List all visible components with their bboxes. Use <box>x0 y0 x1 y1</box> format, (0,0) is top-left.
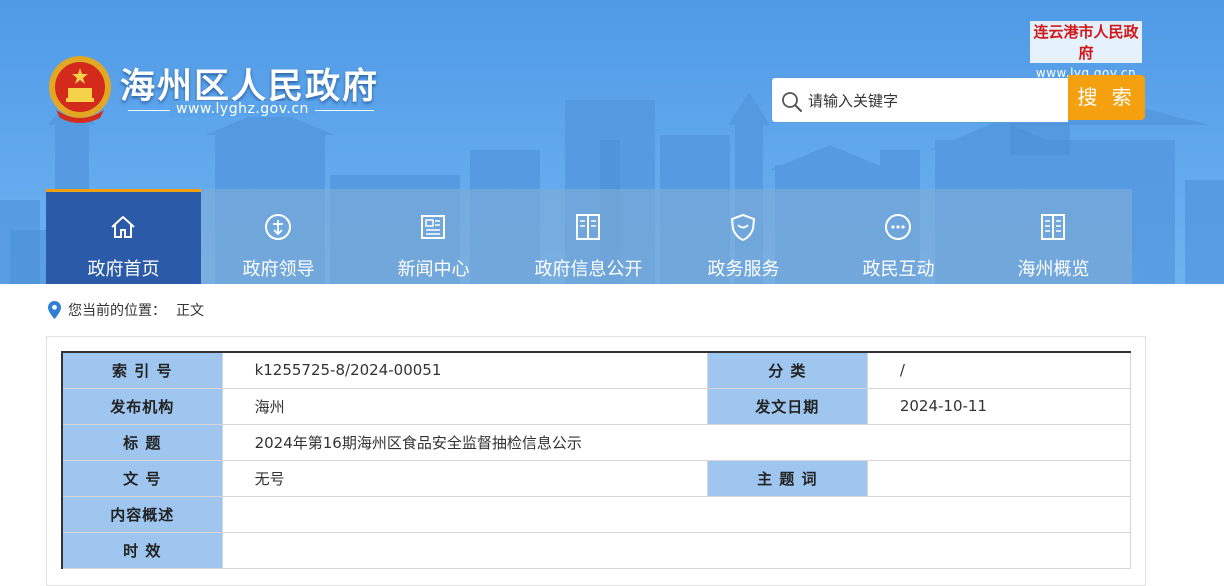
table-row: 标 题 2024年第16期海州区食品安全监督抽检信息公示 <box>61 423 1132 461</box>
nav-label: 政府领导 <box>242 259 315 280</box>
breadcrumb-current[interactable]: 正文 <box>176 300 204 320</box>
org-value: 海州 <box>221 387 708 425</box>
document-icon <box>576 214 600 240</box>
docno-label: 文 号 <box>61 459 223 497</box>
table-row: 时 效 <box>61 531 1132 569</box>
nav-item-gov-service[interactable]: 政务服务 <box>666 189 821 284</box>
category-label: 分 类 <box>706 351 868 389</box>
breadcrumb-label: 您当前的位置： <box>68 303 166 319</box>
city-name[interactable]: 连云港市人民政府 <box>1030 21 1142 63</box>
site-header: 海州区人民政府 www.lyghz.gov.cn 连云港市人民政府 www.ly… <box>0 0 1224 284</box>
nav-label: 政府信息公开 <box>534 259 643 280</box>
docno-value: 无号 <box>221 459 708 497</box>
search-input[interactable] <box>808 88 1058 114</box>
search-button[interactable]: 搜 索 <box>1068 75 1145 120</box>
subject-label: 主 题 词 <box>706 459 868 497</box>
summary-label: 内容概述 <box>61 495 223 533</box>
national-emblem-logo <box>49 56 111 123</box>
date-value: 2024-10-11 <box>866 387 1132 425</box>
nav-label: 政务服务 <box>707 259 780 280</box>
index-label: 索 引 号 <box>61 351 223 389</box>
nav-item-news[interactable]: 新闻中心 <box>356 189 511 284</box>
nav-label: 政民互动 <box>862 259 935 280</box>
nav-item-leaders[interactable]: 政府领导 <box>201 189 356 284</box>
title-value: 2024年第16期海州区食品安全监督抽检信息公示 <box>221 423 1132 461</box>
nav-label: 政府首页 <box>87 259 160 280</box>
home-icon <box>111 216 135 238</box>
validity-value <box>221 531 1132 569</box>
main-nav: 政府首页 政府领导 新闻中心 政府信息公开 政务服务 政民互动 海州概览 <box>46 189 1132 284</box>
summary-value <box>221 495 1132 533</box>
book-icon <box>1041 214 1065 240</box>
nav-item-overview[interactable]: 海州概览 <box>976 189 1131 284</box>
chat-icon <box>885 214 911 240</box>
shield-icon <box>730 213 756 242</box>
leader-icon <box>265 214 291 240</box>
table-row: 索 引 号 k1255725-8/2024-00051 分 类 / <box>61 351 1132 389</box>
breadcrumb: 您当前的位置： 正文 <box>48 300 204 320</box>
document-metadata-table: 索 引 号 k1255725-8/2024-00051 分 类 / 发布机构 海… <box>61 351 1132 569</box>
category-value: / <box>866 351 1132 389</box>
subject-value <box>866 459 1132 497</box>
table-row: 文 号 无号 主 题 词 <box>61 459 1132 497</box>
search-icon <box>782 92 802 112</box>
table-row: 内容概述 <box>61 495 1132 533</box>
nav-item-info-disclosure[interactable]: 政府信息公开 <box>511 189 666 284</box>
index-value: k1255725-8/2024-00051 <box>221 351 708 389</box>
org-label: 发布机构 <box>61 387 223 425</box>
nav-label: 新闻中心 <box>397 259 470 280</box>
location-pin-icon <box>48 301 61 319</box>
nav-item-interaction[interactable]: 政民互动 <box>821 189 976 284</box>
search-box <box>771 77 1069 123</box>
table-row: 发布机构 海州 发文日期 2024-10-11 <box>61 387 1132 425</box>
news-icon <box>421 215 445 239</box>
site-url[interactable]: www.lyghz.gov.cn <box>170 101 315 117</box>
city-government-link[interactable]: 连云港市人民政府 www.lyg.gov.cn <box>1030 21 1142 80</box>
validity-label: 时 效 <box>61 531 223 569</box>
nav-label: 海州概览 <box>1017 259 1090 280</box>
nav-item-home[interactable]: 政府首页 <box>46 189 201 284</box>
date-label: 发文日期 <box>706 387 868 425</box>
title-label: 标 题 <box>61 423 223 461</box>
